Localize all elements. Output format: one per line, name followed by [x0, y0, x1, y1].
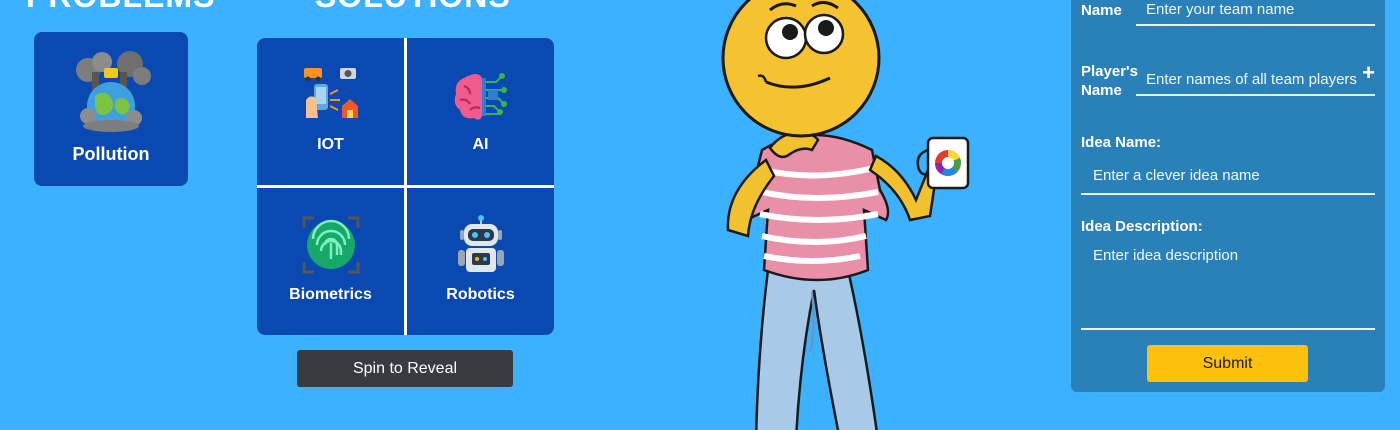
idea-name-row: Idea Name: [1081, 133, 1375, 195]
spin-to-reveal-button[interactable]: Spin to Reveal [297, 350, 513, 387]
problems-heading: PROBLEMS [26, 0, 215, 15]
idea-submission-form: Team Name Player's Name + Idea Name: Ide… [1071, 0, 1385, 392]
solution-tile-label: AI [472, 136, 489, 153]
idea-description-row: Idea Description: [1081, 217, 1375, 330]
idea-name-label: Idea Name: [1081, 134, 1162, 151]
solution-tile-label: Robotics [446, 286, 515, 303]
add-player-plus-icon[interactable]: + [1362, 62, 1375, 84]
problem-card-pollution[interactable]: Pollution [34, 32, 188, 186]
solutions-grid: IOT AI Biometrics Robotics [257, 38, 554, 335]
players-name-input[interactable] [1136, 68, 1375, 96]
team-name-input[interactable] [1136, 0, 1375, 26]
solution-tile-biometrics[interactable]: Biometrics [257, 188, 404, 335]
solution-tile-iot[interactable]: IOT [257, 38, 404, 185]
ai-brain-icon [454, 73, 507, 120]
idea-description-textarea[interactable] [1081, 239, 1375, 330]
team-name-row: Team Name [1081, 0, 1375, 34]
iot-devices-icon [303, 68, 358, 118]
polluted-earth-icon [76, 51, 151, 132]
solution-tile-ai[interactable]: AI [407, 38, 554, 185]
submit-button[interactable]: Submit [1147, 345, 1308, 382]
problem-card-label: Pollution [72, 144, 150, 164]
solution-tile-label: IOT [317, 136, 344, 153]
solution-tile-label: Biometrics [289, 286, 372, 303]
solutions-heading: SOLUTIONS [315, 0, 511, 15]
fingerprint-icon [302, 216, 359, 274]
solution-tile-robotics[interactable]: Robotics [407, 188, 554, 335]
thinking-emoji-character-illustration [721, 0, 970, 430]
idea-name-input[interactable] [1081, 157, 1375, 195]
players-name-label: Player's Name [1081, 63, 1138, 99]
robot-icon [457, 215, 504, 272]
idea-description-label: Idea Description: [1081, 218, 1203, 235]
players-name-row: Player's Name + [1081, 62, 1375, 106]
team-name-label: Team Name [1081, 2, 1122, 19]
